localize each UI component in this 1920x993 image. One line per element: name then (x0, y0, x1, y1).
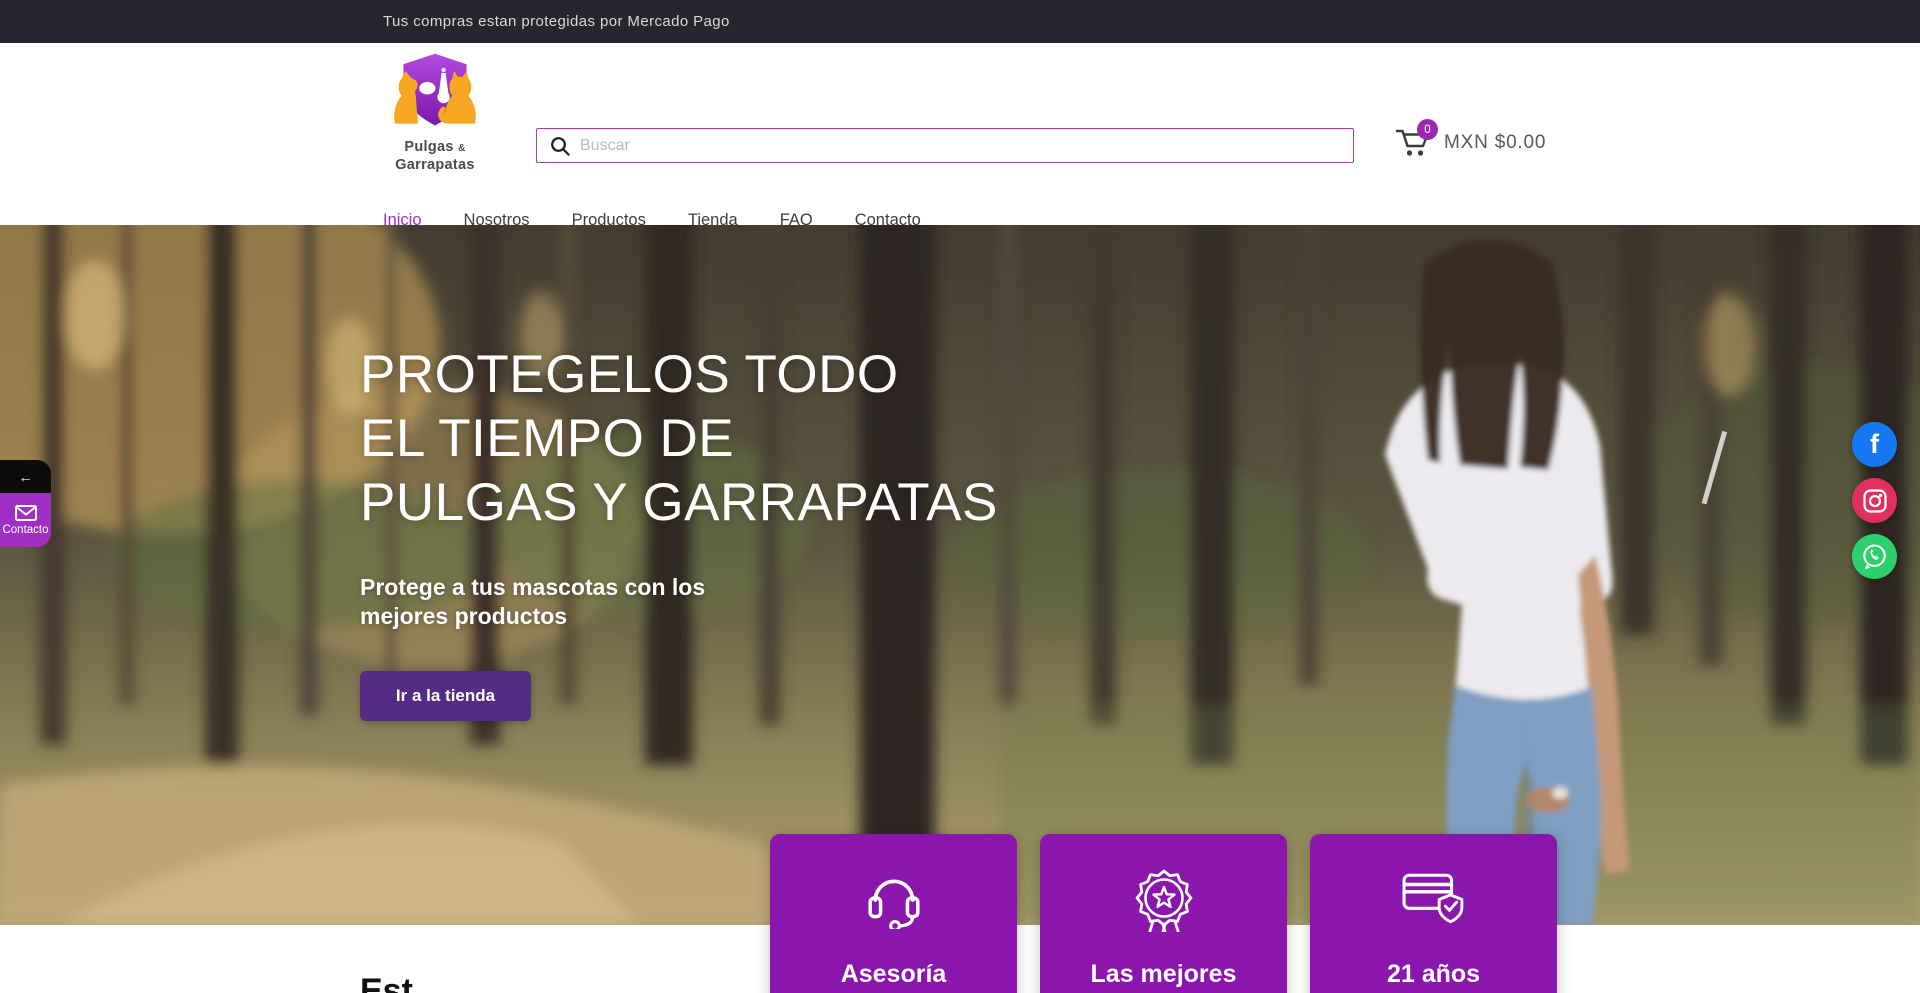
hero-title: PROTEGELOS TODO EL TIEMPO DE PULGAS Y GA… (360, 343, 998, 535)
social-buttons: f (1852, 422, 1897, 579)
card-shield-icon (1402, 872, 1466, 926)
hero-section: PROTEGELOS TODO EL TIEMPO DE PULGAS Y GA… (0, 225, 1920, 925)
envelope-icon (15, 505, 37, 521)
site-logo[interactable]: Pulgas & Garrapatas (380, 49, 490, 174)
clipped-section-heading: Est (360, 972, 413, 993)
announcement-text: Tus compras estan protegidas por Mercado… (383, 13, 730, 30)
announcement-bar: Tus compras estan protegidas por Mercado… (0, 0, 1920, 43)
left-arrow-icon: ← (19, 469, 33, 485)
facebook-icon: f (1870, 429, 1879, 460)
header: Pulgas & Garrapatas 0 MXN $0.00 (0, 43, 1920, 225)
contact-widget-label: Contacto (2, 524, 48, 536)
contact-tab-button[interactable]: Contacto (0, 493, 51, 547)
feature-card-label: 21 años (1387, 960, 1480, 989)
whatsapp-button[interactable] (1852, 534, 1897, 579)
cart-count-badge: 0 (1417, 119, 1438, 140)
headset-icon (865, 869, 923, 929)
feature-card-asesoria[interactable]: Asesoría (770, 834, 1017, 993)
feature-card-label: Las mejores (1091, 960, 1237, 989)
logo-wordmark: Pulgas & Garrapatas (395, 139, 475, 174)
feature-card-las-mejores[interactable]: Las mejores (1040, 834, 1287, 993)
go-to-store-button[interactable]: Ir a la tienda (360, 671, 531, 721)
contact-side-widget: ← Contacto (0, 460, 51, 547)
instagram-button[interactable] (1852, 478, 1897, 523)
cart[interactable]: 0 MXN $0.00 (1396, 127, 1546, 159)
shield-with-dog-and-cat-logo-icon (387, 49, 483, 137)
search-input[interactable] (580, 137, 1343, 155)
cart-total: MXN $0.00 (1444, 132, 1546, 154)
hero-content: PROTEGELOS TODO EL TIEMPO DE PULGAS Y GA… (360, 343, 998, 721)
hero-subtitle: Protege a tus mascotas con los mejores p… (360, 573, 998, 631)
feature-card-21-anos[interactable]: 21 años (1310, 834, 1557, 993)
instagram-icon (1863, 489, 1887, 513)
collapse-arrow-button[interactable]: ← (0, 460, 51, 493)
feature-card-label: Asesoría (841, 960, 947, 989)
facebook-button[interactable]: f (1852, 422, 1897, 467)
whatsapp-icon (1861, 543, 1888, 570)
search-bar[interactable] (536, 128, 1354, 163)
page: Tus compras estan protegidas por Mercado… (0, 0, 1920, 993)
award-ribbon-icon (1132, 866, 1196, 932)
search-icon (550, 136, 570, 156)
